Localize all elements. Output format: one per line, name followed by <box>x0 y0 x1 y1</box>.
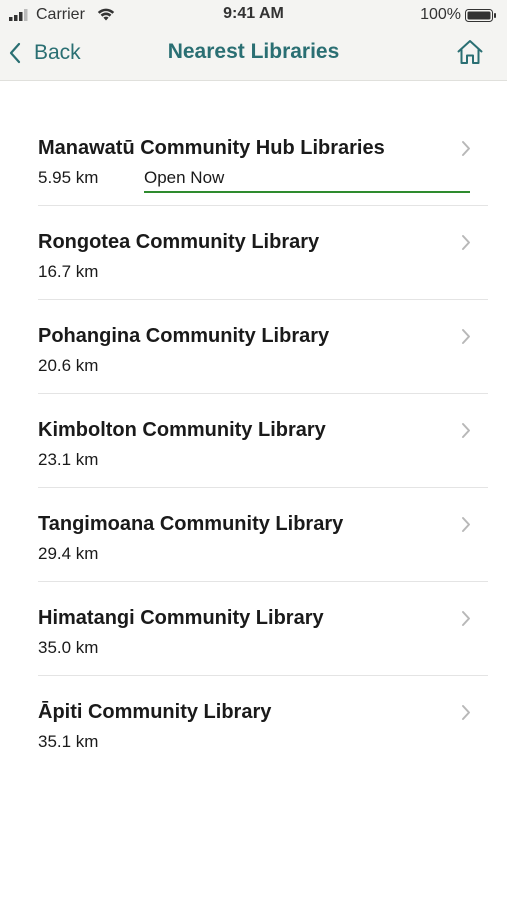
status-bar: Carrier 9:41 AM 100% <box>0 0 507 30</box>
library-row[interactable]: Āpiti Community Library 35.1 km <box>0 676 507 770</box>
chevron-right-icon <box>462 235 470 250</box>
library-row[interactable]: Pohangina Community Library 20.6 km <box>0 300 507 394</box>
back-label: Back <box>34 41 81 64</box>
library-distance: 29.4 km <box>38 544 99 563</box>
library-row[interactable]: Kimbolton Community Library 23.1 km <box>0 394 507 488</box>
screen: Carrier 9:41 AM 100% Back Nearest Librar… <box>0 0 507 900</box>
library-distance: 5.95 km <box>38 168 99 187</box>
library-row[interactable]: Tangimoana Community Library 29.4 km <box>0 488 507 582</box>
library-name: Himatangi Community Library <box>38 607 324 629</box>
library-name: Manawatū Community Hub Libraries <box>38 137 385 159</box>
library-distance: 20.6 km <box>38 356 99 375</box>
chevron-right-icon <box>462 705 470 720</box>
chevron-right-icon <box>462 423 470 438</box>
library-distance: 35.0 km <box>38 638 99 657</box>
chevron-left-icon <box>9 42 21 64</box>
library-distance: 16.7 km <box>38 262 99 281</box>
back-button[interactable]: Back <box>8 39 81 67</box>
library-name: Āpiti Community Library <box>38 701 272 723</box>
library-name: Rongotea Community Library <box>38 231 320 253</box>
home-icon[interactable] <box>456 39 484 65</box>
top-bar: Carrier 9:41 AM 100% Back Nearest Librar… <box>0 0 507 81</box>
library-name: Pohangina Community Library <box>38 325 330 347</box>
chevron-right-icon <box>462 611 470 626</box>
library-row[interactable]: Manawatū Community Hub Libraries 5.95 km… <box>0 112 507 206</box>
open-status-label: Open Now <box>144 168 225 187</box>
chevron-right-icon <box>462 329 470 344</box>
library-distance: 23.1 km <box>38 450 99 469</box>
chevron-right-icon <box>462 517 470 532</box>
battery-percentage: 100% <box>420 6 461 23</box>
library-distance: 35.1 km <box>38 732 99 751</box>
library-row[interactable]: Himatangi Community Library 35.0 km <box>0 582 507 676</box>
library-row[interactable]: Rongotea Community Library 16.7 km <box>0 206 507 300</box>
library-list: Manawatū Community Hub Libraries 5.95 km… <box>0 112 507 770</box>
library-name: Tangimoana Community Library <box>38 513 344 535</box>
battery-icon <box>465 9 496 22</box>
open-status-indicator <box>144 191 470 193</box>
library-name: Kimbolton Community Library <box>38 419 326 441</box>
navigation-bar: Back Nearest Libraries <box>0 30 507 80</box>
chevron-right-icon <box>462 141 470 156</box>
